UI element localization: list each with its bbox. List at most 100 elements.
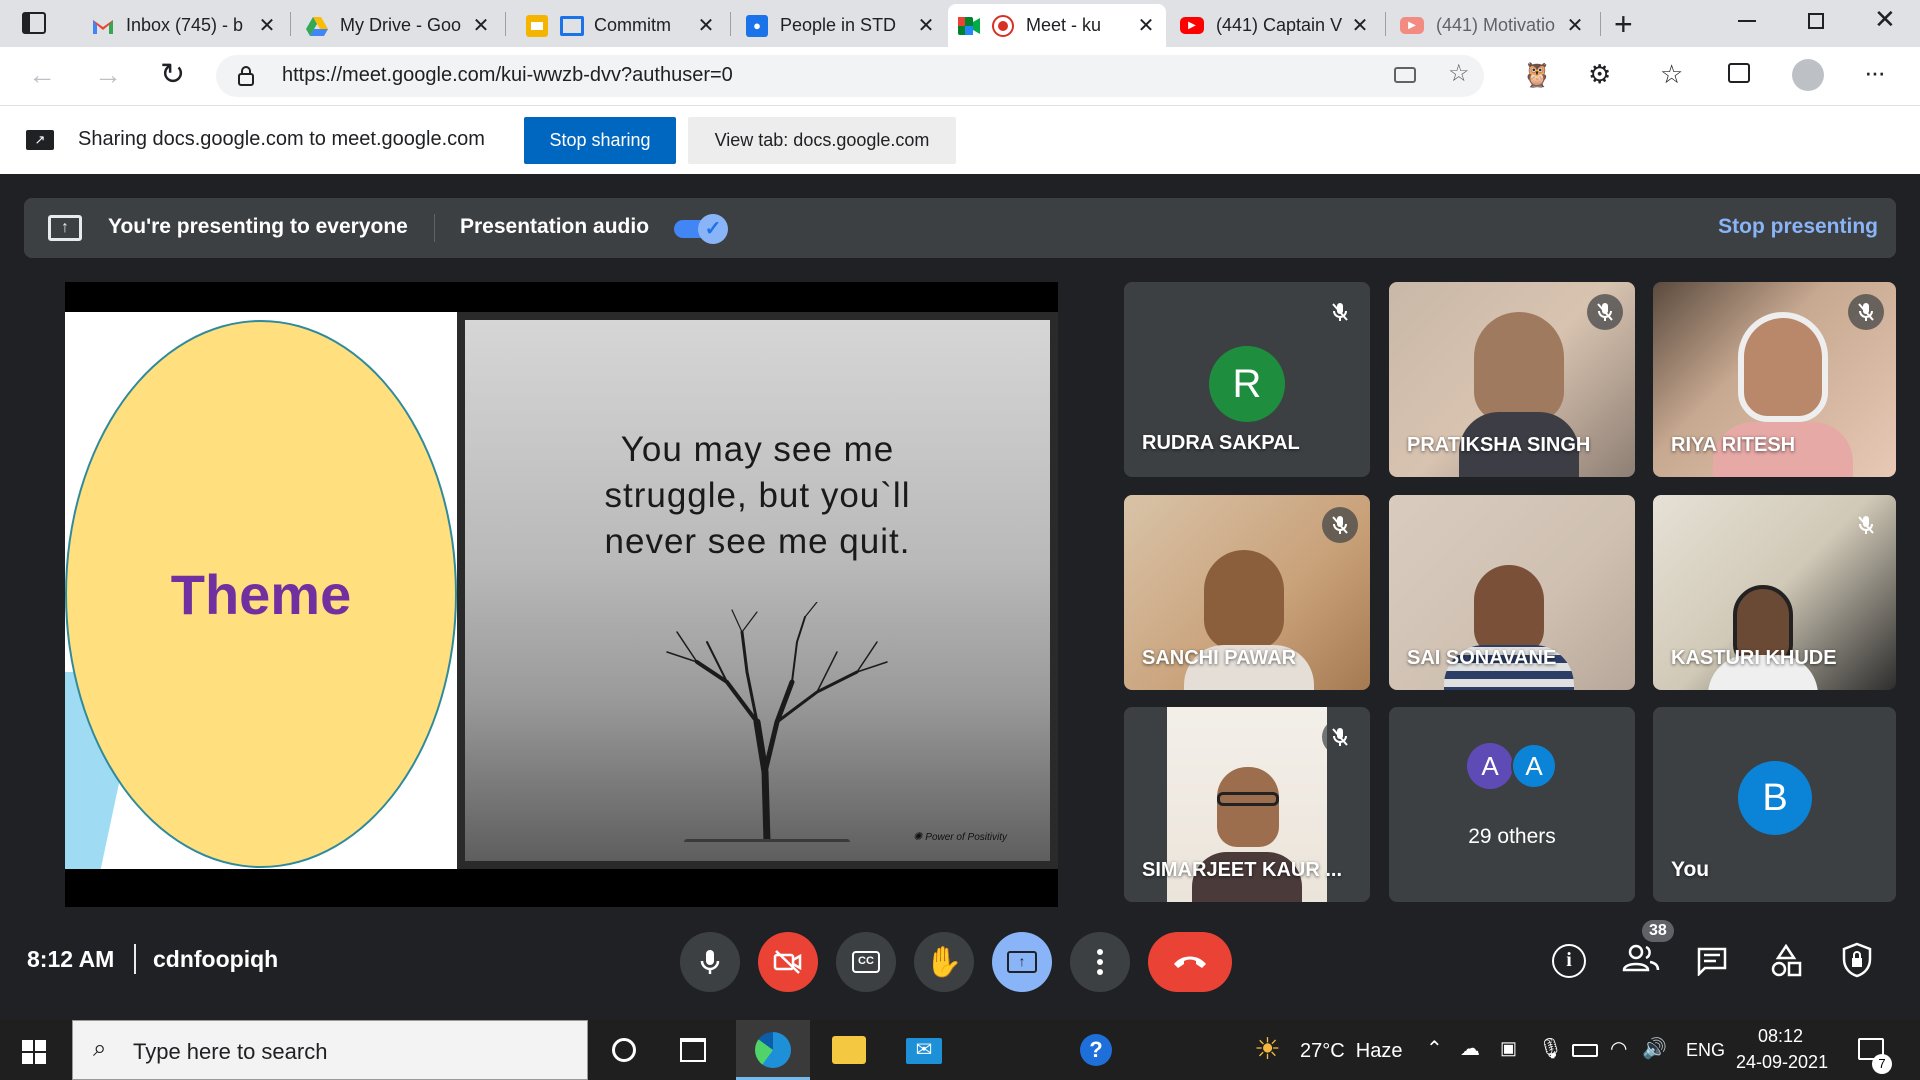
lock-icon[interactable] bbox=[238, 66, 254, 86]
close-tab-icon[interactable]: ✕ bbox=[257, 13, 277, 38]
tab-actions-icon[interactable] bbox=[22, 12, 46, 34]
avatar-initial: B bbox=[1762, 776, 1788, 819]
camera-button[interactable] bbox=[758, 932, 818, 992]
mic-off-icon bbox=[1848, 507, 1884, 543]
meeting-time: 8:12 AM bbox=[27, 946, 115, 972]
device-icon[interactable]: ▣ bbox=[1500, 1038, 1517, 1059]
participant-tile[interactable]: SANCHI PAWAR bbox=[1124, 495, 1370, 690]
windows-taskbar: ⌕ Type here to search ✉ ? ☀ 27°C Haze ⌃ … bbox=[0, 1020, 1920, 1080]
clock-time[interactable]: 08:12 bbox=[1758, 1026, 1803, 1047]
taskbar-search[interactable]: ⌕ Type here to search bbox=[72, 1020, 588, 1080]
more-menu-icon[interactable]: ··· bbox=[1864, 57, 1886, 88]
forward-icon[interactable]: → bbox=[94, 59, 122, 91]
close-tab-icon[interactable]: ✕ bbox=[471, 13, 491, 38]
browser-tab-strip: Inbox (745) - b ✕ My Drive - Goo ✕ Commi… bbox=[0, 0, 1920, 47]
classroom-icon: ● bbox=[746, 14, 768, 37]
people-button[interactable]: 38 bbox=[1622, 920, 1674, 978]
weather-icon[interactable]: ☀ bbox=[1254, 1032, 1281, 1067]
stop-sharing-button[interactable]: Stop sharing bbox=[524, 117, 676, 164]
host-controls-button[interactable] bbox=[1842, 942, 1872, 978]
close-tab-icon[interactable]: ✕ bbox=[1136, 13, 1156, 38]
cortana-icon[interactable] bbox=[612, 1038, 636, 1062]
meeting-details-button[interactable]: i bbox=[1552, 944, 1586, 978]
participant-tile[interactable]: SIMARJEET KAUR ... bbox=[1124, 707, 1370, 902]
tab-youtube-2[interactable]: ▶ (441) Motivatio ✕ bbox=[1390, 4, 1595, 47]
help-icon[interactable]: ? bbox=[1080, 1034, 1112, 1066]
leave-call-button[interactable] bbox=[1148, 932, 1232, 992]
new-tab-button[interactable]: + bbox=[1614, 6, 1633, 43]
chevron-up-icon[interactable]: ⌃ bbox=[1426, 1036, 1443, 1061]
weather-text[interactable]: 27°C Haze bbox=[1300, 1040, 1403, 1063]
captions-icon: CC bbox=[852, 951, 880, 973]
presenting-bar: ↑ You're presenting to everyone Presenta… bbox=[24, 198, 1896, 258]
drive-icon bbox=[306, 15, 328, 37]
raise-hand-button[interactable]: ✋ bbox=[914, 932, 974, 992]
present-button[interactable]: ↑ bbox=[992, 932, 1052, 992]
volume-icon[interactable]: 🔊 bbox=[1642, 1036, 1667, 1061]
tab-meet[interactable]: Meet - ku ✕ bbox=[948, 4, 1166, 47]
edge-icon bbox=[755, 1032, 791, 1068]
profile-avatar[interactable] bbox=[1792, 59, 1824, 91]
others-tile[interactable]: A A 29 others bbox=[1389, 707, 1635, 902]
view-tab-button[interactable]: View tab: docs.google.com bbox=[688, 117, 956, 164]
tab-gmail[interactable]: Inbox (745) - b ✕ bbox=[82, 4, 287, 47]
wifi-icon[interactable]: ◠ bbox=[1610, 1036, 1627, 1061]
participant-tile[interactable]: R RUDRA SAKPAL bbox=[1124, 282, 1370, 477]
participant-tile[interactable]: SAI SONAVANE bbox=[1389, 495, 1635, 690]
reload-icon[interactable]: ↻ bbox=[160, 57, 185, 92]
taskbar-edge-active[interactable] bbox=[736, 1020, 810, 1080]
tab-drive[interactable]: My Drive - Goo ✕ bbox=[296, 4, 501, 47]
tab-title: Meet - ku bbox=[1026, 15, 1102, 35]
avatar-initial: A bbox=[1525, 750, 1543, 781]
self-tile[interactable]: B You bbox=[1653, 707, 1896, 902]
task-view-icon[interactable] bbox=[680, 1038, 706, 1062]
meeting-code: cdnfoopiqh bbox=[153, 946, 279, 972]
clock-date[interactable]: 24-09-2021 bbox=[1736, 1052, 1828, 1073]
onedrive-icon[interactable]: ☁ bbox=[1460, 1036, 1480, 1061]
collections-icon[interactable] bbox=[1728, 63, 1750, 83]
presentation-audio-toggle[interactable]: ✓ bbox=[674, 214, 730, 244]
close-tab-icon[interactable]: ✕ bbox=[1565, 13, 1585, 38]
mail-icon[interactable]: ✉ bbox=[906, 1038, 942, 1064]
people-icon bbox=[1622, 944, 1660, 972]
mic-tray-icon[interactable]: 🎙 bbox=[1538, 1036, 1563, 1061]
omnibox[interactable]: https://meet.google.com/kui-wwzb-dvv?aut… bbox=[216, 55, 1484, 97]
chat-icon bbox=[1697, 947, 1727, 978]
extensions-icon[interactable]: ⚙ bbox=[1588, 59, 1611, 90]
people-count-badge: 38 bbox=[1642, 920, 1674, 942]
camera-icon[interactable] bbox=[1394, 67, 1416, 83]
battery-icon[interactable] bbox=[1572, 1044, 1598, 1057]
tab-youtube-1[interactable]: ▶ (441) Captain V ✕ bbox=[1170, 4, 1380, 47]
extension-owl-icon[interactable]: 🦉 bbox=[1522, 61, 1552, 90]
add-favorite-icon[interactable]: ☆ bbox=[1448, 59, 1470, 88]
back-icon[interactable]: ← bbox=[28, 59, 56, 91]
windows-start-icon[interactable] bbox=[22, 1040, 46, 1064]
close-tab-icon[interactable]: ✕ bbox=[696, 13, 716, 38]
captions-button[interactable]: CC bbox=[836, 932, 896, 992]
participant-tile[interactable]: RIYA RITESH bbox=[1653, 282, 1896, 477]
participant-tile[interactable]: PRATIKSHA SINGH bbox=[1389, 282, 1635, 477]
close-tab-icon[interactable]: ✕ bbox=[916, 13, 936, 38]
restore-button[interactable] bbox=[1808, 13, 1824, 29]
tab-classroom[interactable]: ● People in STD ✕ bbox=[736, 4, 946, 47]
close-window-button[interactable]: ✕ bbox=[1874, 4, 1896, 35]
file-explorer-icon[interactable] bbox=[832, 1036, 866, 1064]
presenting-message: You're presenting to everyone bbox=[108, 215, 408, 238]
quote-line: never see me quit. bbox=[604, 522, 911, 561]
minimize-button[interactable] bbox=[1738, 20, 1756, 22]
video-feed bbox=[1204, 550, 1284, 650]
more-options-button[interactable] bbox=[1070, 932, 1130, 992]
favorites-icon[interactable]: ☆ bbox=[1660, 59, 1683, 90]
tab-slides[interactable]: Commitm ✕ bbox=[516, 4, 726, 47]
info-icon: i bbox=[1566, 949, 1572, 971]
microphone-button[interactable] bbox=[680, 932, 740, 992]
close-tab-icon[interactable]: ✕ bbox=[1350, 13, 1370, 38]
chat-button[interactable] bbox=[1696, 946, 1728, 978]
avatar: R bbox=[1209, 346, 1285, 422]
activities-button[interactable] bbox=[1770, 943, 1802, 978]
stop-presenting-button[interactable]: Stop presenting bbox=[1718, 215, 1878, 239]
participant-tile[interactable]: KASTURI KHUDE bbox=[1653, 495, 1896, 690]
url-text: https://meet.google.com/kui-wwzb-dvv?aut… bbox=[282, 64, 733, 86]
input-language[interactable]: ENG bbox=[1686, 1040, 1725, 1061]
tab-title: (441) Motivatio bbox=[1436, 15, 1556, 35]
